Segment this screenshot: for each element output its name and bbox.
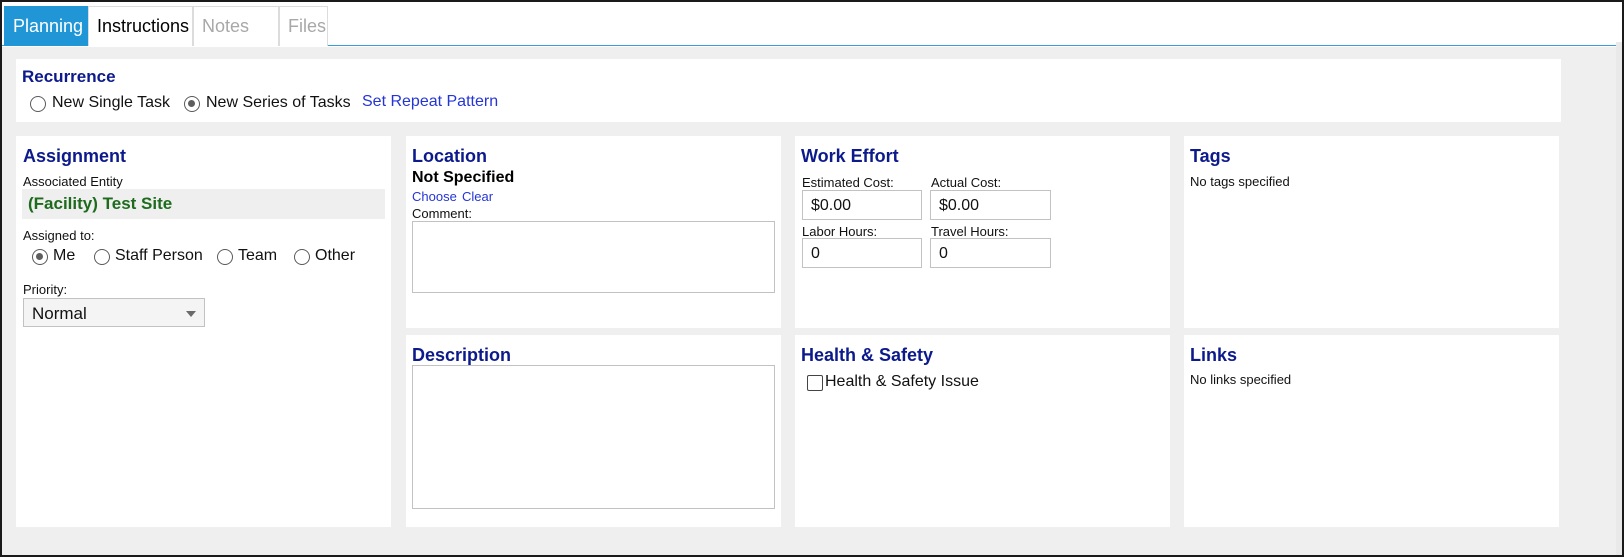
estimated-cost-label: Estimated Cost:	[802, 175, 894, 190]
recurrence-title: Recurrence	[22, 67, 116, 86]
travel-hours-input[interactable]: 0	[930, 238, 1051, 268]
tab-files[interactable]: Files	[279, 6, 328, 46]
set-repeat-pattern-link[interactable]: Set Repeat Pattern	[362, 93, 498, 111]
links-title: Links	[1190, 345, 1238, 365]
comment-textarea[interactable]	[412, 221, 775, 293]
priority-select[interactable]: Normal	[23, 298, 205, 327]
assignment-title: Assignment	[23, 146, 127, 166]
work-effort-panel: Work Effort Estimated Cost: $0.00 Actual…	[795, 136, 1170, 328]
health-safety-panel: Health & Safety Health & Safety Issue	[795, 335, 1170, 527]
scrollbar-track[interactable]	[1616, 42, 1622, 555]
description-textarea[interactable]	[412, 365, 775, 509]
location-choose-link[interactable]: Choose	[412, 189, 457, 204]
travel-hours-label: Travel Hours:	[931, 224, 1009, 239]
estimated-cost-input[interactable]: $0.00	[802, 190, 922, 220]
tab-bar: Planning Instructions Notes (0) Files	[2, 2, 1620, 74]
location-title: Location	[412, 146, 487, 166]
new-single-task-label[interactable]: New Single Task	[52, 94, 170, 112]
links-empty-text: No links specified	[1190, 372, 1292, 387]
location-clear-link[interactable]: Clear	[462, 189, 493, 204]
assigned-me-radio[interactable]	[32, 249, 48, 265]
assigned-me-label[interactable]: Me	[53, 247, 75, 265]
location-value: Not Specified	[412, 169, 515, 186]
associated-entity-value[interactable]: (Facility) Test Site	[28, 194, 172, 214]
assigned-other-radio[interactable]	[294, 249, 310, 265]
priority-label: Priority:	[23, 282, 68, 297]
actual-cost-input[interactable]: $0.00	[930, 190, 1051, 220]
links-panel: Links No links specified	[1184, 335, 1559, 527]
assigned-other-label[interactable]: Other	[315, 247, 355, 265]
associated-entity-box: (Facility) Test Site	[22, 189, 385, 219]
tags-title: Tags	[1190, 146, 1231, 166]
tab-planning[interactable]: Planning	[4, 6, 88, 46]
chevron-down-icon	[186, 311, 196, 317]
tab-notes[interactable]: Notes (0)	[193, 6, 279, 74]
priority-value: Normal	[32, 304, 87, 323]
tab-instructions[interactable]: Instructions	[88, 6, 193, 46]
description-title: Description	[412, 345, 512, 365]
new-series-radio[interactable]	[184, 96, 200, 112]
work-effort-title: Work Effort	[801, 146, 899, 166]
health-safety-checkbox-label[interactable]: Health & Safety Issue	[825, 373, 979, 391]
assigned-staff-label[interactable]: Staff Person	[115, 247, 203, 265]
description-panel: Description	[406, 335, 781, 527]
assigned-to-label: Assigned to:	[23, 228, 95, 243]
recurrence-section: Recurrence New Single Task New Series of…	[16, 59, 1561, 122]
new-series-label[interactable]: New Series of Tasks	[206, 94, 351, 112]
tags-empty-text: No tags specified	[1190, 174, 1290, 189]
health-safety-checkbox[interactable]	[807, 375, 823, 391]
actual-cost-label: Actual Cost:	[931, 175, 1002, 190]
location-panel: Location Not Specified Choose Clear Comm…	[406, 136, 781, 328]
comment-label: Comment:	[412, 206, 472, 221]
new-single-task-radio[interactable]	[30, 96, 46, 112]
tab-content: Recurrence New Single Task New Series of…	[2, 47, 1620, 555]
assignment-panel: Assignment Associated Entity (Facility) …	[16, 136, 391, 527]
assigned-team-radio[interactable]	[217, 249, 233, 265]
health-safety-title: Health & Safety	[801, 345, 934, 365]
task-editor-window: Planning Instructions Notes (0) Files Re…	[0, 0, 1624, 557]
assigned-staff-radio[interactable]	[94, 249, 110, 265]
associated-entity-label: Associated Entity	[23, 174, 123, 189]
labor-hours-input[interactable]: 0	[802, 238, 922, 268]
assigned-team-label[interactable]: Team	[238, 247, 277, 265]
tags-panel: Tags No tags specified	[1184, 136, 1559, 328]
labor-hours-label: Labor Hours:	[802, 224, 878, 239]
